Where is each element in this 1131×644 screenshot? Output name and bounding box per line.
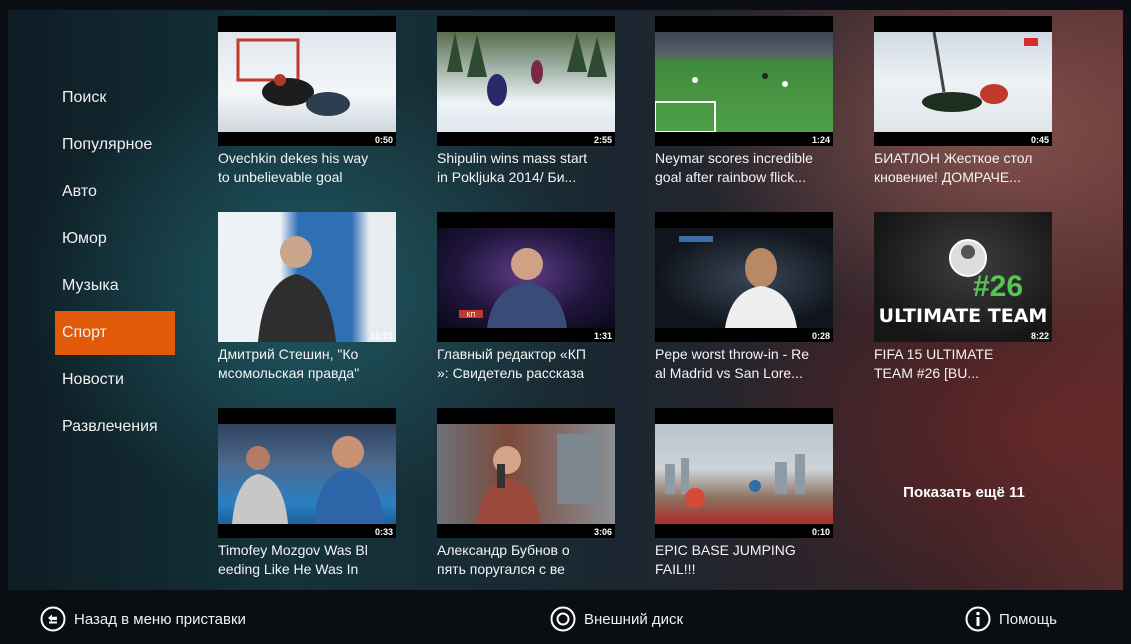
menu-item-entertainment[interactable]: Развлечения <box>55 405 175 449</box>
video-card[interactable]: 0:45 БИАТЛОН Жесткое стол кновение! ДОМРА… <box>874 16 1052 187</box>
video-duration: 1:31 <box>593 331 612 341</box>
video-duration: 0:33 <box>374 527 393 537</box>
video-title: Timofey Mozgov Was Bl eeding Like He Was … <box>218 542 368 577</box>
help-label: Помощь <box>999 610 1057 628</box>
main-screen: Поиск Популярное Авто Юмор Музыка Спорт … <box>8 10 1123 590</box>
menu-item-news[interactable]: Новости <box>55 358 175 402</box>
video-card[interactable]: 11:01 Дмитрий Стешин, "Ко мсомольская пра… <box>218 212 396 383</box>
video-card[interactable]: #26 ULTIMATE TEAM 8:22 FIFA 15 ULTIMATE T… <box>874 212 1052 383</box>
svg-text:КП: КП <box>466 312 475 319</box>
video-duration: 2:55 <box>593 135 612 145</box>
video-card[interactable]: 0:28 Pepe worst throw-in - Re al Madrid v… <box>655 212 833 383</box>
video-duration: 0:28 <box>811 331 830 341</box>
video-duration: 1:24 <box>811 135 830 145</box>
video-card[interactable]: КП 1:31 Главный редактор «КП»: Свидетель… <box>437 212 615 383</box>
video-title: Главный редактор «КП»: Свидетель рассказ… <box>437 346 586 381</box>
video-thumbnail: 0:45 <box>874 16 1052 146</box>
video-duration: 8:22 <box>1030 331 1049 341</box>
video-title: Александр Бубнов о пять поругался с ве <box>437 542 570 577</box>
video-title: Shipulin wins mass start in Pokljuka 2014… <box>437 150 588 185</box>
video-title: Ovechkin dekes his way to unbelievable go… <box>218 150 369 185</box>
video-thumbnail: 3:06 <box>437 408 615 538</box>
video-thumbnail: 0:33 <box>218 408 396 538</box>
menu-item-auto[interactable]: Авто <box>55 170 175 214</box>
back-to-menu-label: Назад в меню приставки <box>74 610 246 628</box>
video-card[interactable]: 2:55 Shipulin wins mass start in Pokljuka… <box>437 16 615 187</box>
external-disk-label: Внешний диск <box>584 610 684 628</box>
bottom-bar: Назад в меню приставки Внешний диск Помо… <box>0 590 1131 644</box>
video-title: Pepe worst throw-in - Re al Madrid vs San… <box>655 346 810 381</box>
info-icon <box>965 606 991 632</box>
video-card[interactable]: 0:50 Ovechkin dekes his way to unbelievab… <box>218 16 396 187</box>
video-card[interactable]: 1:24 Neymar scores incredible goal after … <box>655 16 833 187</box>
disk-icon <box>550 606 576 632</box>
video-duration: 0:45 <box>1030 135 1049 145</box>
video-thumbnail: 0:50 <box>218 16 396 146</box>
video-duration: 0:50 <box>374 135 393 145</box>
video-duration: 11:01 <box>370 331 393 341</box>
svg-text:#26: #26 <box>973 270 1023 303</box>
video-title: БИАТЛОН Жесткое стол кновение! ДОМРАЧЕ... <box>874 150 1033 185</box>
video-duration: 3:06 <box>593 527 612 537</box>
video-thumbnail: 1:24 <box>655 16 833 146</box>
help-button[interactable]: Помощь <box>965 606 1057 632</box>
menu-item-popular[interactable]: Популярное <box>55 123 175 167</box>
back-arrow-icon <box>40 606 66 632</box>
show-more-button[interactable]: Показать ещё 11 <box>879 484 1049 501</box>
video-thumbnail: #26 ULTIMATE TEAM 8:22 <box>874 212 1052 342</box>
video-thumbnail: 0:28 <box>655 212 833 342</box>
menu-item-search[interactable]: Поиск <box>55 76 175 120</box>
video-thumbnail: 2:55 <box>437 16 615 146</box>
video-title: FIFA 15 ULTIMATE TEAM #26 [BU... <box>874 346 994 381</box>
menu-item-sport[interactable]: Спорт <box>55 311 175 355</box>
video-thumbnail: 11:01 <box>218 212 396 342</box>
video-duration: 0:10 <box>811 527 830 537</box>
svg-text:ULTIMATE TEAM: ULTIMATE TEAM <box>879 305 1048 327</box>
video-thumbnail: 0:10 <box>655 408 833 538</box>
video-card[interactable]: 0:10 EPIC BASE JUMPING FAIL!!! <box>655 408 833 579</box>
external-disk-button[interactable]: Внешний диск <box>550 606 683 632</box>
back-to-menu-button[interactable]: Назад в меню приставки <box>40 606 246 632</box>
video-card[interactable]: 3:06 Александр Бубнов о пять поругался с … <box>437 408 615 579</box>
video-title: Neymar scores incredible goal after rainb… <box>655 150 813 185</box>
menu-item-humor[interactable]: Юмор <box>55 217 175 261</box>
menu-item-music[interactable]: Музыка <box>55 264 175 308</box>
video-card[interactable]: 0:33 Timofey Mozgov Was Bl eeding Like He… <box>218 408 396 579</box>
video-title: EPIC BASE JUMPING FAIL!!! <box>655 542 796 577</box>
video-title: Дмитрий Стешин, "Ко мсомольская правда" <box>218 346 360 381</box>
video-thumbnail: КП 1:31 <box>437 212 615 342</box>
category-menu: Поиск Популярное Авто Юмор Музыка Спорт … <box>55 76 175 452</box>
